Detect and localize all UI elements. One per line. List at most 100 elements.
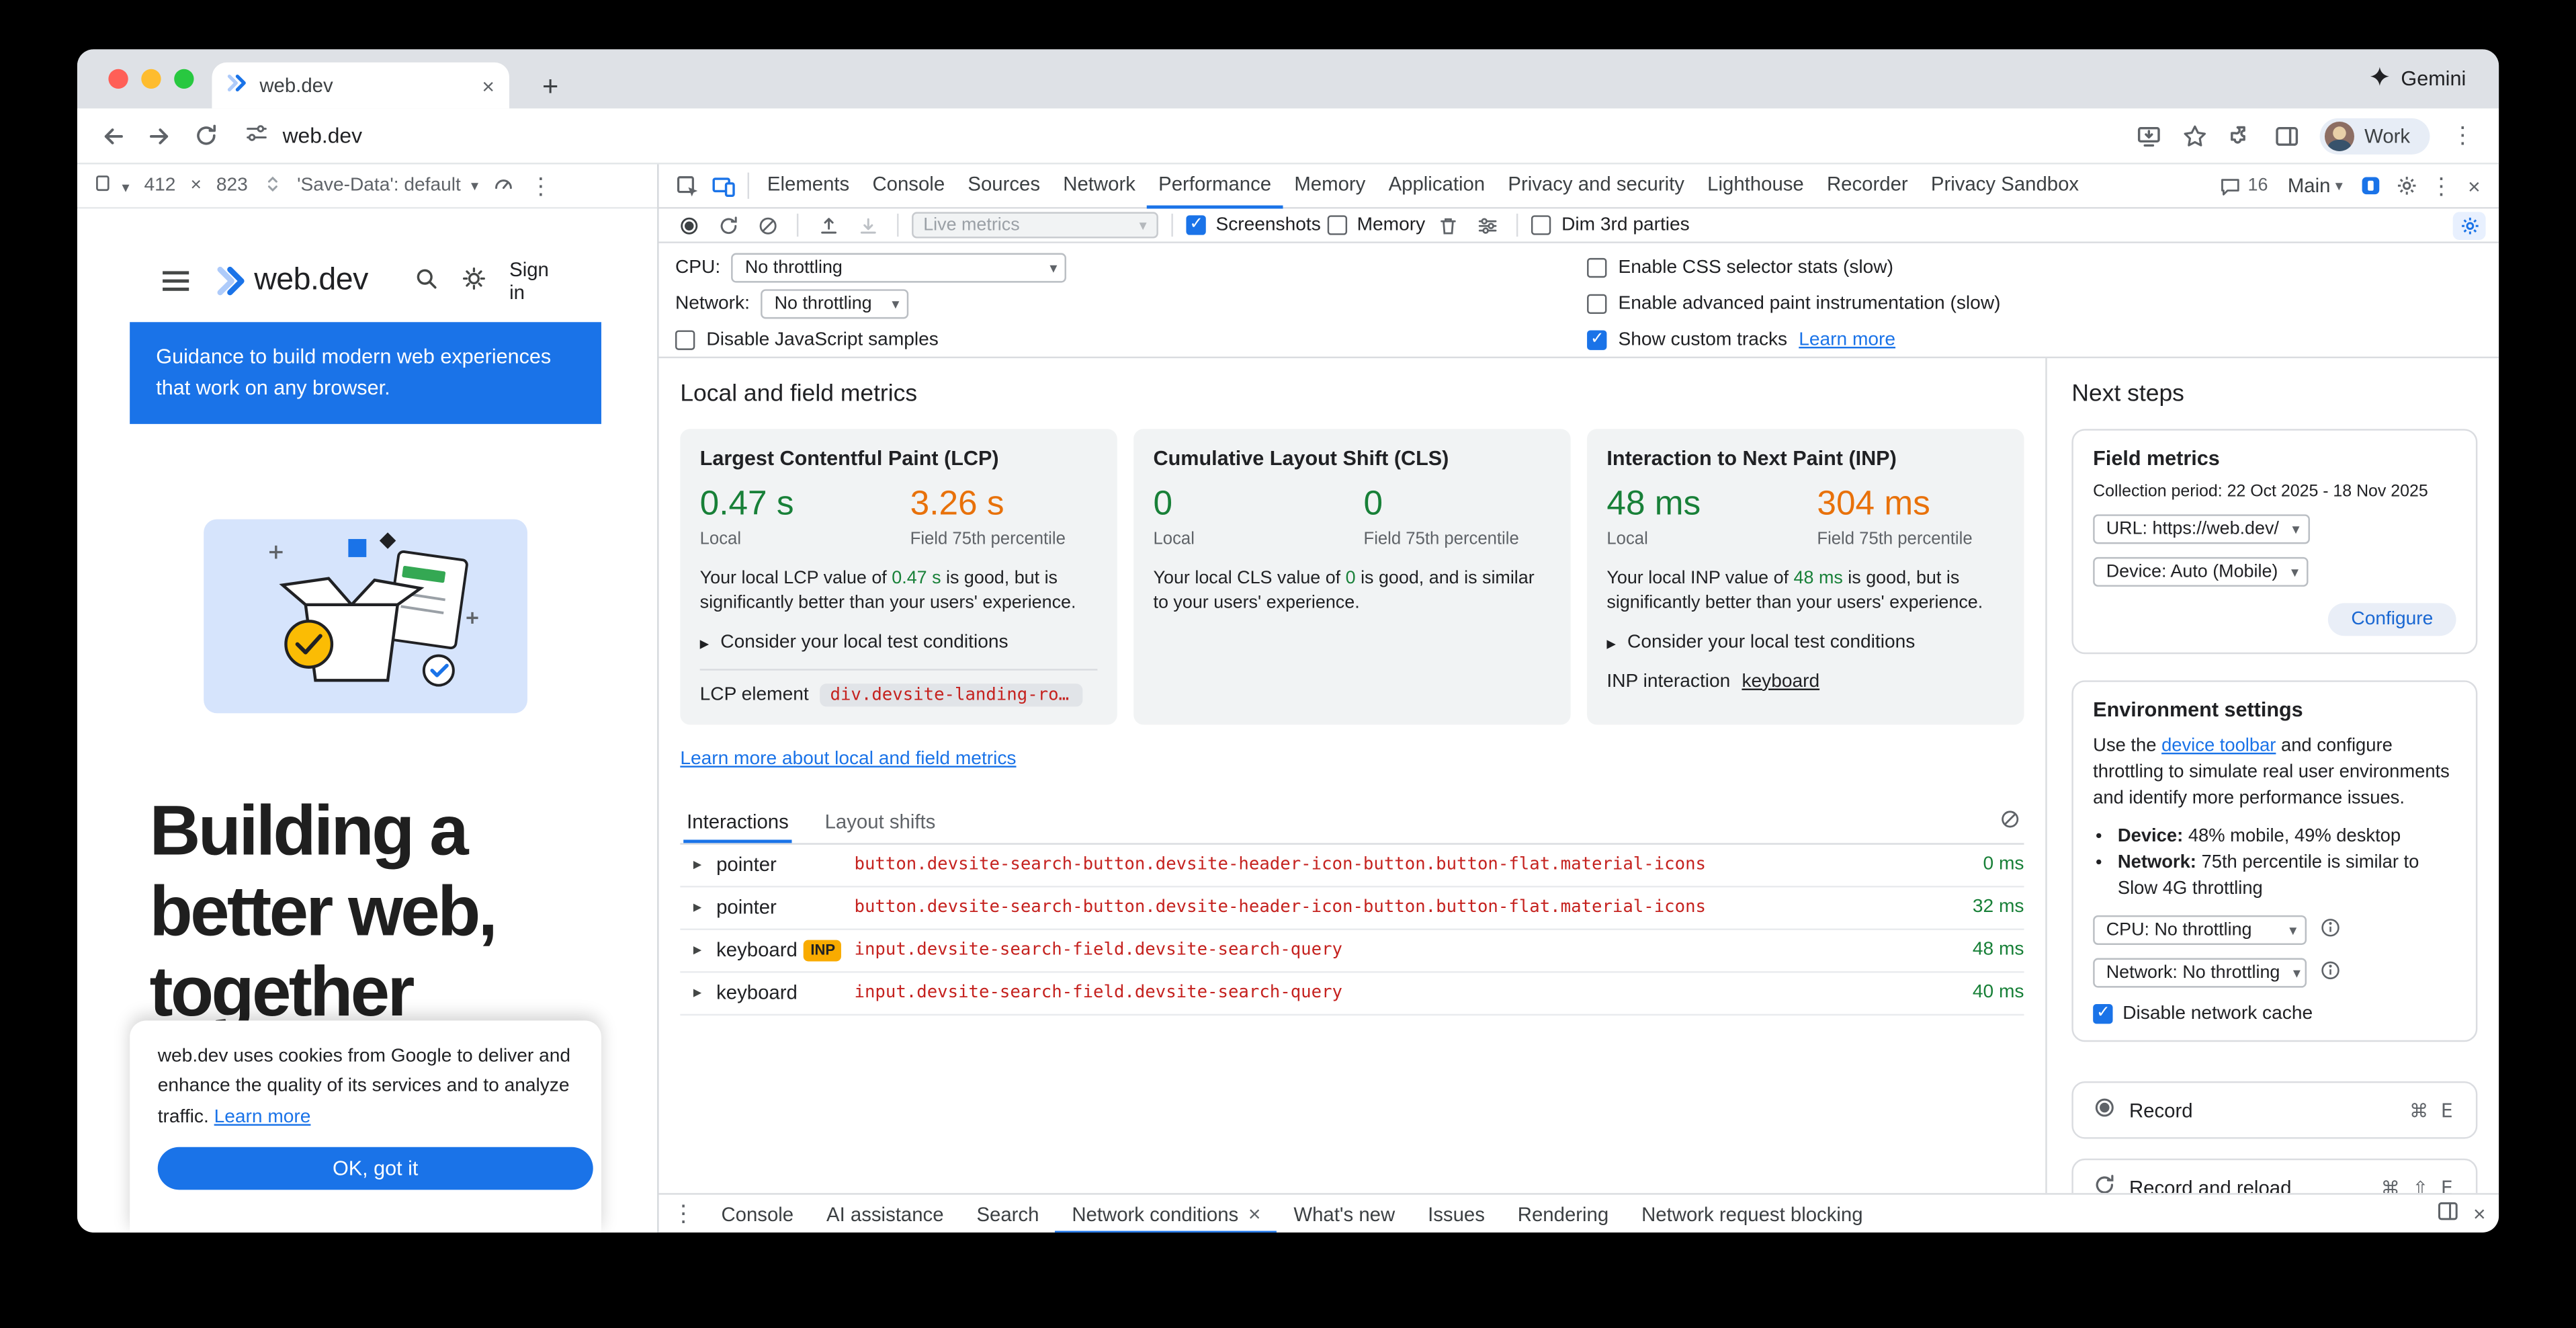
lcp-element-link[interactable]: div.devsite-landing-row-item-d…	[820, 683, 1083, 706]
gemini-button[interactable]: Gemini	[2370, 66, 2466, 92]
device-toolbar-link[interactable]: device toolbar	[2161, 736, 2276, 755]
drawer-tab-search[interactable]: Search	[960, 1194, 1056, 1232]
configure-button[interactable]: Configure	[2328, 603, 2456, 636]
interaction-target[interactable]: input.devsite-search-field.devsite-searc…	[855, 983, 1926, 1003]
install-icon[interactable]	[2130, 116, 2170, 155]
row-expand-icon[interactable]	[693, 899, 716, 917]
row-expand-icon[interactable]	[693, 942, 716, 960]
search-icon[interactable]	[414, 266, 439, 296]
row-expand-icon[interactable]	[693, 984, 716, 1002]
disable-js-samples-checkbox[interactable]	[675, 330, 695, 349]
tab-interactions[interactable]: Interactions	[683, 803, 791, 843]
interaction-row[interactable]: keyboard input.devsite-search-field.devs…	[680, 972, 2024, 1015]
tab-performance[interactable]: Performance	[1147, 163, 1283, 208]
disable-network-cache-box[interactable]	[2093, 1005, 2112, 1024]
interaction-target[interactable]: input.devsite-search-field.devsite-searc…	[855, 940, 1926, 960]
interaction-target[interactable]: button.devsite-search-button.devsite-hea…	[855, 855, 1926, 874]
field-device-select[interactable]: Device: Auto (Mobile)	[2093, 557, 2309, 587]
close-network-conditions-icon[interactable]	[1248, 1203, 1261, 1225]
drawer-menu-icon[interactable]	[672, 1200, 695, 1228]
cookie-learn-more-link[interactable]: Learn more	[214, 1108, 311, 1127]
toggle-drawer-layout-icon[interactable]	[2437, 1200, 2460, 1228]
show-custom-tracks-checkbox[interactable]	[1587, 330, 1606, 349]
sign-in-link[interactable]: Sign in	[509, 258, 568, 304]
tab-application[interactable]: Application	[1377, 163, 1496, 208]
memory-checkbox-box[interactable]	[1328, 215, 1347, 235]
forward-icon[interactable]	[140, 116, 179, 155]
inp-interaction-link[interactable]: keyboard	[1742, 672, 1819, 692]
webdev-logo[interactable]: web.dev	[212, 263, 368, 299]
load-profile-icon[interactable]	[812, 210, 845, 240]
lcp-test-conditions-toggle[interactable]: Consider your local test conditions	[700, 632, 1098, 654]
dim-3rd-parties-checkbox-box[interactable]	[1532, 215, 1551, 235]
cpu-throttle-select[interactable]: No throttling	[732, 253, 1067, 283]
interaction-target[interactable]: button.devsite-search-button.devsite-hea…	[855, 898, 1926, 917]
bookmark-star-icon[interactable]	[2176, 116, 2215, 155]
css-selector-stats-checkbox[interactable]	[1587, 258, 1606, 278]
drawer-tab-network-request-blocking[interactable]: Network request blocking	[1625, 1194, 1879, 1232]
toggle-device-toolbar-icon[interactable]	[705, 166, 741, 206]
inspect-element-icon[interactable]	[669, 166, 705, 206]
cookie-accept-button[interactable]: OK, got it	[158, 1147, 593, 1190]
profile-chip[interactable]: Work	[2320, 118, 2430, 154]
drawer-tab-network-conditions[interactable]: Network conditions	[1056, 1194, 1277, 1232]
back-icon[interactable]	[93, 116, 133, 155]
drawer-tab-issues[interactable]: Issues	[1412, 1194, 1502, 1232]
throttling-indicator-icon[interactable]	[493, 173, 515, 199]
menu-hamburger-icon[interactable]	[163, 271, 188, 290]
device-toolbar-menu-icon[interactable]	[529, 172, 552, 200]
dimension-stepper-icon[interactable]	[263, 173, 282, 198]
issues-counter[interactable]: 16	[2212, 175, 2276, 196]
address-bar[interactable]: web.dev	[232, 122, 2123, 150]
close-drawer-icon[interactable]	[2473, 1203, 2486, 1225]
tab-privacy-sandbox[interactable]: Privacy Sandbox	[1920, 163, 2090, 208]
close-window-button[interactable]	[108, 69, 128, 89]
context-selector[interactable]: Main	[2280, 174, 2351, 197]
network-throttle-select[interactable]: No throttling	[761, 289, 909, 319]
ignore-listing-icon[interactable]	[1471, 210, 1504, 240]
tab-elements[interactable]: Elements	[756, 163, 861, 208]
record-button[interactable]: Record ⌘ E	[2071, 1082, 2477, 1140]
drawer-tab-whats-new[interactable]: What's new	[1277, 1194, 1412, 1232]
history-mode-select[interactable]: Live metrics	[912, 212, 1158, 238]
record-icon[interactable]	[672, 210, 705, 240]
clear-icon[interactable]	[750, 210, 783, 240]
clear-interactions-icon[interactable]	[2000, 808, 2021, 838]
viewport-height-value[interactable]: 823	[216, 176, 248, 196]
screenshots-checkbox[interactable]: Screenshots	[1186, 215, 1320, 235]
devtools-settings-gear-icon[interactable]	[2391, 166, 2423, 206]
tab-privacy-and-security[interactable]: Privacy and security	[1496, 163, 1696, 208]
cpu-info-icon[interactable]	[2320, 917, 2342, 944]
site-settings-icon[interactable]	[245, 122, 267, 150]
theme-toggle-icon[interactable]	[462, 266, 486, 296]
device-type-select[interactable]	[93, 174, 129, 197]
inp-test-conditions-toggle[interactable]: Consider your local test conditions	[1606, 632, 2004, 654]
viewport-width-value[interactable]: 412	[144, 176, 176, 196]
interaction-row[interactable]: keyboard INP input.devsite-search-field.…	[680, 929, 2024, 972]
paint-instrumentation-checkbox[interactable]	[1587, 294, 1606, 314]
memory-checkbox[interactable]: Memory	[1328, 215, 1426, 235]
collect-garbage-icon[interactable]	[1432, 210, 1465, 240]
record-and-reload-icon[interactable]	[712, 210, 744, 240]
tab-memory[interactable]: Memory	[1283, 163, 1377, 208]
tab-recorder[interactable]: Recorder	[1815, 163, 1920, 208]
env-network-select[interactable]: Network: No throttling	[2093, 959, 2307, 989]
drawer-tab-console[interactable]: Console	[705, 1194, 810, 1232]
row-expand-icon[interactable]	[693, 856, 716, 874]
new-tab-button[interactable]	[531, 66, 570, 106]
minimize-window-button[interactable]	[141, 69, 161, 89]
tab-layout-shifts[interactable]: Layout shifts	[822, 803, 939, 843]
extensions-puzzle-icon[interactable]	[2221, 116, 2261, 155]
capture-settings-gear-icon[interactable]	[2453, 211, 2486, 239]
devtools-close-icon[interactable]	[2459, 166, 2489, 206]
reload-icon[interactable]	[185, 116, 225, 155]
tab-sources[interactable]: Sources	[956, 163, 1051, 208]
custom-tracks-learn-more-link[interactable]: Learn more	[1799, 330, 1895, 349]
disable-network-cache-checkbox[interactable]: Disable network cache	[2093, 1005, 2456, 1024]
side-panel-icon[interactable]	[2268, 116, 2307, 155]
tab-console[interactable]: Console	[861, 163, 956, 208]
browser-tab[interactable]: web.dev	[212, 63, 509, 108]
network-info-icon[interactable]	[2320, 960, 2342, 987]
tab-close-icon[interactable]	[482, 75, 495, 96]
save-profile-icon[interactable]	[851, 210, 884, 240]
